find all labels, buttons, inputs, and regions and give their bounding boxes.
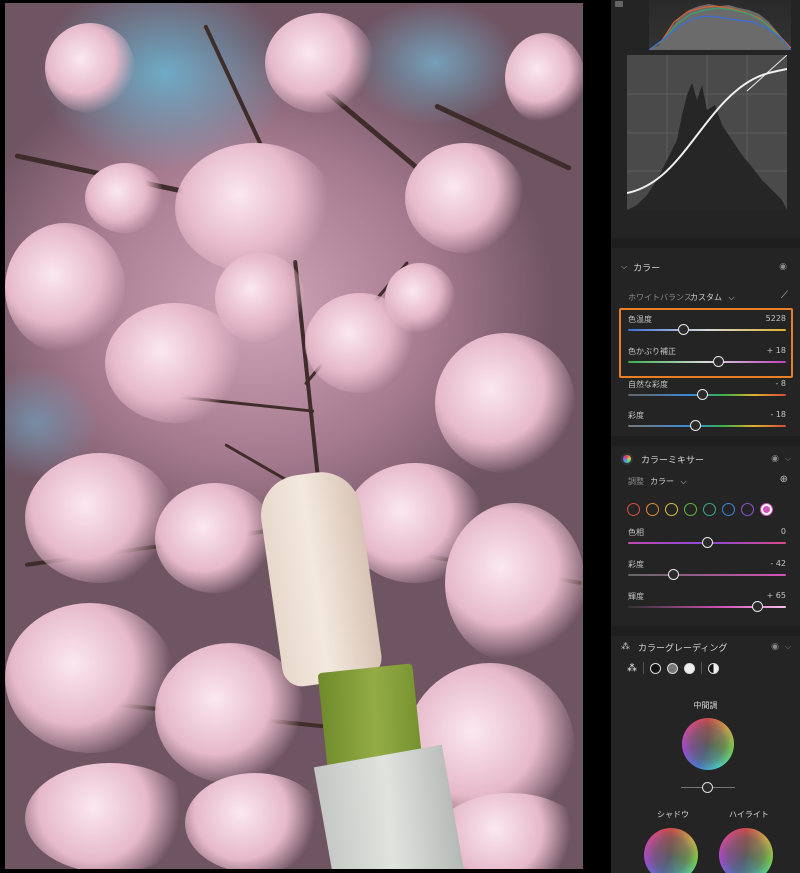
highlights-label: ハイライト: [729, 810, 769, 819]
shadows-mode-icon[interactable]: [650, 662, 661, 674]
global-mode-icon[interactable]: [708, 662, 719, 674]
highlights-color-wheel[interactable]: [719, 828, 773, 873]
chevron-down-icon[interactable]: ⌵: [785, 454, 791, 464]
white-balance-label: ホワイトバランス: [628, 293, 692, 302]
color-mixer-header[interactable]: カラーミキサー ◉ ⌵: [621, 450, 791, 468]
mixer-slider-label: 輝度: [628, 592, 644, 601]
histogram-graph: [648, 4, 792, 51]
midtones-mode-icon[interactable]: [667, 662, 678, 674]
white-balance-dropdown[interactable]: カスタム ⌵: [690, 292, 735, 303]
color-mixer-swatches: [627, 503, 773, 516]
color-slider-value: - 18: [770, 410, 786, 419]
mixer-slider-knob[interactable]: [701, 537, 713, 548]
color-grading-section: ⁂ カラーグレーディング ◉ ⌵ ⁂ 中間調 シャドウ ハイライト: [611, 636, 800, 873]
mixer-slider-label: 色相: [628, 528, 644, 537]
mixer-slider-label: 彩度: [628, 560, 644, 569]
chevron-down-icon: ⌵: [728, 293, 735, 302]
eye-icon[interactable]: ◉: [779, 262, 787, 272]
color-swatch[interactable]: [741, 503, 754, 516]
highlight-annotation-box: [619, 308, 793, 378]
color-mixer-icon: [621, 453, 633, 465]
adjust-value: カラー: [650, 477, 674, 486]
shadows-label: シャドウ: [657, 810, 689, 819]
color-swatch[interactable]: [703, 503, 716, 516]
histogram-toggle-icon[interactable]: [615, 1, 623, 7]
color-grading-title: カラーグレーディング: [638, 643, 728, 654]
grading-mode-row: ⁂: [627, 662, 719, 674]
chevron-down-icon[interactable]: ⌵: [785, 642, 791, 652]
tone-curve-graph: [626, 54, 788, 210]
eye-icon[interactable]: ◉: [771, 454, 779, 464]
adjust-label: 調整: [628, 477, 644, 486]
shadows-color-wheel[interactable]: [644, 828, 698, 873]
color-swatch[interactable]: [665, 503, 678, 516]
adjust-dropdown[interactable]: カラー ⌵: [650, 476, 687, 487]
mixer-slider-track[interactable]: [628, 574, 786, 576]
color-slider-label: 自然な彩度: [628, 380, 668, 389]
color-section-header[interactable]: ⌵ カラー ◉: [621, 258, 791, 276]
color-swatch[interactable]: [722, 503, 735, 516]
chevron-down-icon: ⌵: [621, 262, 628, 271]
white-sleeve: [313, 744, 467, 869]
adjust-row: 調整 カラー ⌵ ⊕: [628, 474, 788, 490]
three-way-mode-icon[interactable]: ⁂: [627, 663, 637, 674]
white-balance-value: カスタム: [690, 293, 722, 302]
white-balance-row: ホワイトバランス カスタム ⌵ ⟋: [628, 290, 788, 306]
color-swatch[interactable]: [760, 503, 773, 516]
edit-panel: ⌵ カラー ◉ ホワイトバランス カスタム ⌵ ⟋ カラーミキサー ◉ ⌵ 調整…: [611, 0, 800, 873]
highlights-mode-icon[interactable]: [684, 662, 695, 674]
midtones-label: 中間調: [693, 701, 718, 710]
mixer-slider-knob[interactable]: [752, 601, 764, 612]
color-mixer-title: カラーミキサー: [641, 455, 705, 466]
tone-curve-section: [611, 0, 800, 238]
color-grading-icon: ⁂: [621, 642, 630, 652]
color-section-title: カラー: [633, 263, 661, 274]
histogram: [648, 0, 792, 51]
tone-curve[interactable]: [626, 54, 788, 210]
color-slider-label: 彩度: [628, 411, 644, 420]
midtones-luminance-knob[interactable]: [702, 782, 713, 793]
target-adjust-icon[interactable]: ⊕: [780, 474, 788, 485]
color-swatch[interactable]: [646, 503, 659, 516]
eye-icon[interactable]: ◉: [771, 642, 779, 652]
photo-canvas: [5, 3, 583, 869]
midtones-color-wheel[interactable]: [682, 718, 734, 770]
color-grading-header[interactable]: ⁂ カラーグレーディング ◉ ⌵: [621, 638, 791, 656]
mixer-slider-value: + 65: [766, 591, 786, 600]
mixer-slider-value: 0: [780, 527, 786, 536]
color-slider-track[interactable]: [628, 425, 786, 427]
color-slider-knob[interactable]: [696, 389, 708, 400]
mixer-slider-value: - 42: [770, 559, 786, 568]
eyedropper-icon[interactable]: ⟋: [781, 290, 788, 301]
color-swatch[interactable]: [627, 503, 640, 516]
color-slider-value: - 8: [775, 379, 786, 388]
chevron-down-icon: ⌵: [680, 477, 687, 486]
color-swatch[interactable]: [684, 503, 697, 516]
